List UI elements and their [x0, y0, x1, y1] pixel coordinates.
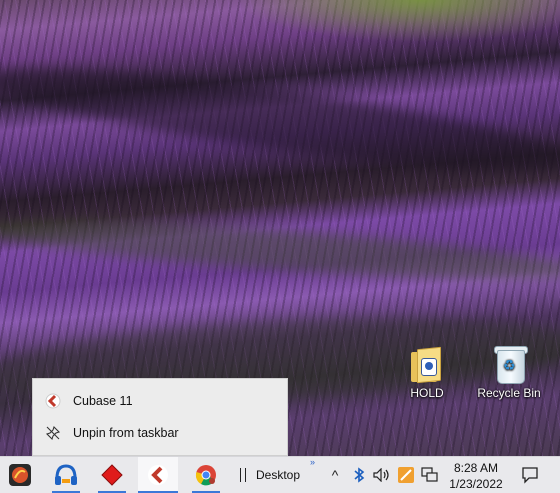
wallpaper-shadow: [0, 48, 560, 192]
bluetooth-icon[interactable]: [350, 457, 368, 493]
recycle-bin-icon: ♻: [489, 344, 529, 384]
desktop-toolbar-label: Desktop: [256, 468, 301, 482]
volume-icon[interactable]: [372, 457, 392, 493]
jumplist-item-label: Unpin from taskbar: [73, 426, 179, 440]
desktop-toolbar[interactable]: Desktop: [240, 457, 300, 493]
clock-date: 1/23/2022: [449, 477, 503, 491]
taskbar-app-1[interactable]: [0, 457, 40, 493]
app-tray-icon[interactable]: [396, 457, 416, 493]
app-icon: [9, 464, 31, 486]
chrome-icon: [195, 465, 216, 486]
system-clock[interactable]: 8:28 AM 1/23/2022: [444, 460, 508, 492]
desktop-icon-hold[interactable]: HOLD: [392, 344, 462, 400]
red-diamond-icon: [101, 464, 123, 486]
taskbar-app-chrome[interactable]: [186, 457, 226, 493]
toolbar-chevron-icon[interactable]: »: [310, 457, 315, 467]
cubase-icon: [148, 465, 168, 485]
taskbar-app-cubase[interactable]: [138, 457, 178, 493]
headphones-icon: [55, 464, 77, 485]
tray-overflow-button[interactable]: ^: [326, 457, 344, 493]
jumplist-item-unpin[interactable]: Unpin from taskbar: [33, 417, 287, 449]
folder-icon: [407, 344, 447, 384]
desktop-icon-label: HOLD: [410, 386, 444, 400]
taskbar-app-red-diamond[interactable]: [92, 457, 132, 493]
unpin-icon: [43, 423, 63, 443]
clock-time: 8:28 AM: [453, 461, 499, 475]
taskbar-app-headphones[interactable]: [46, 457, 86, 493]
action-center-icon: [522, 467, 538, 484]
desktop-icon-recycle-bin[interactable]: ♻ Recycle Bin: [474, 344, 544, 400]
chevron-up-icon: ^: [331, 467, 339, 483]
jumplist-item-cubase[interactable]: Cubase 11: [33, 385, 287, 417]
taskbar: Desktop » ^ 8:28 AM 1/23/2022: [0, 456, 560, 493]
cubase-icon: [43, 391, 63, 411]
desktop-icon-label: Recycle Bin: [477, 386, 541, 400]
wallpaper-shadow: [0, 209, 560, 291]
taskbar-jump-list: Cubase 11 Unpin from taskbar: [32, 378, 288, 456]
network-icon[interactable]: [420, 457, 440, 493]
action-center-button[interactable]: [516, 457, 544, 493]
toolbar-grip[interactable]: [240, 468, 246, 482]
jumplist-item-label: Cubase 11: [73, 394, 133, 408]
